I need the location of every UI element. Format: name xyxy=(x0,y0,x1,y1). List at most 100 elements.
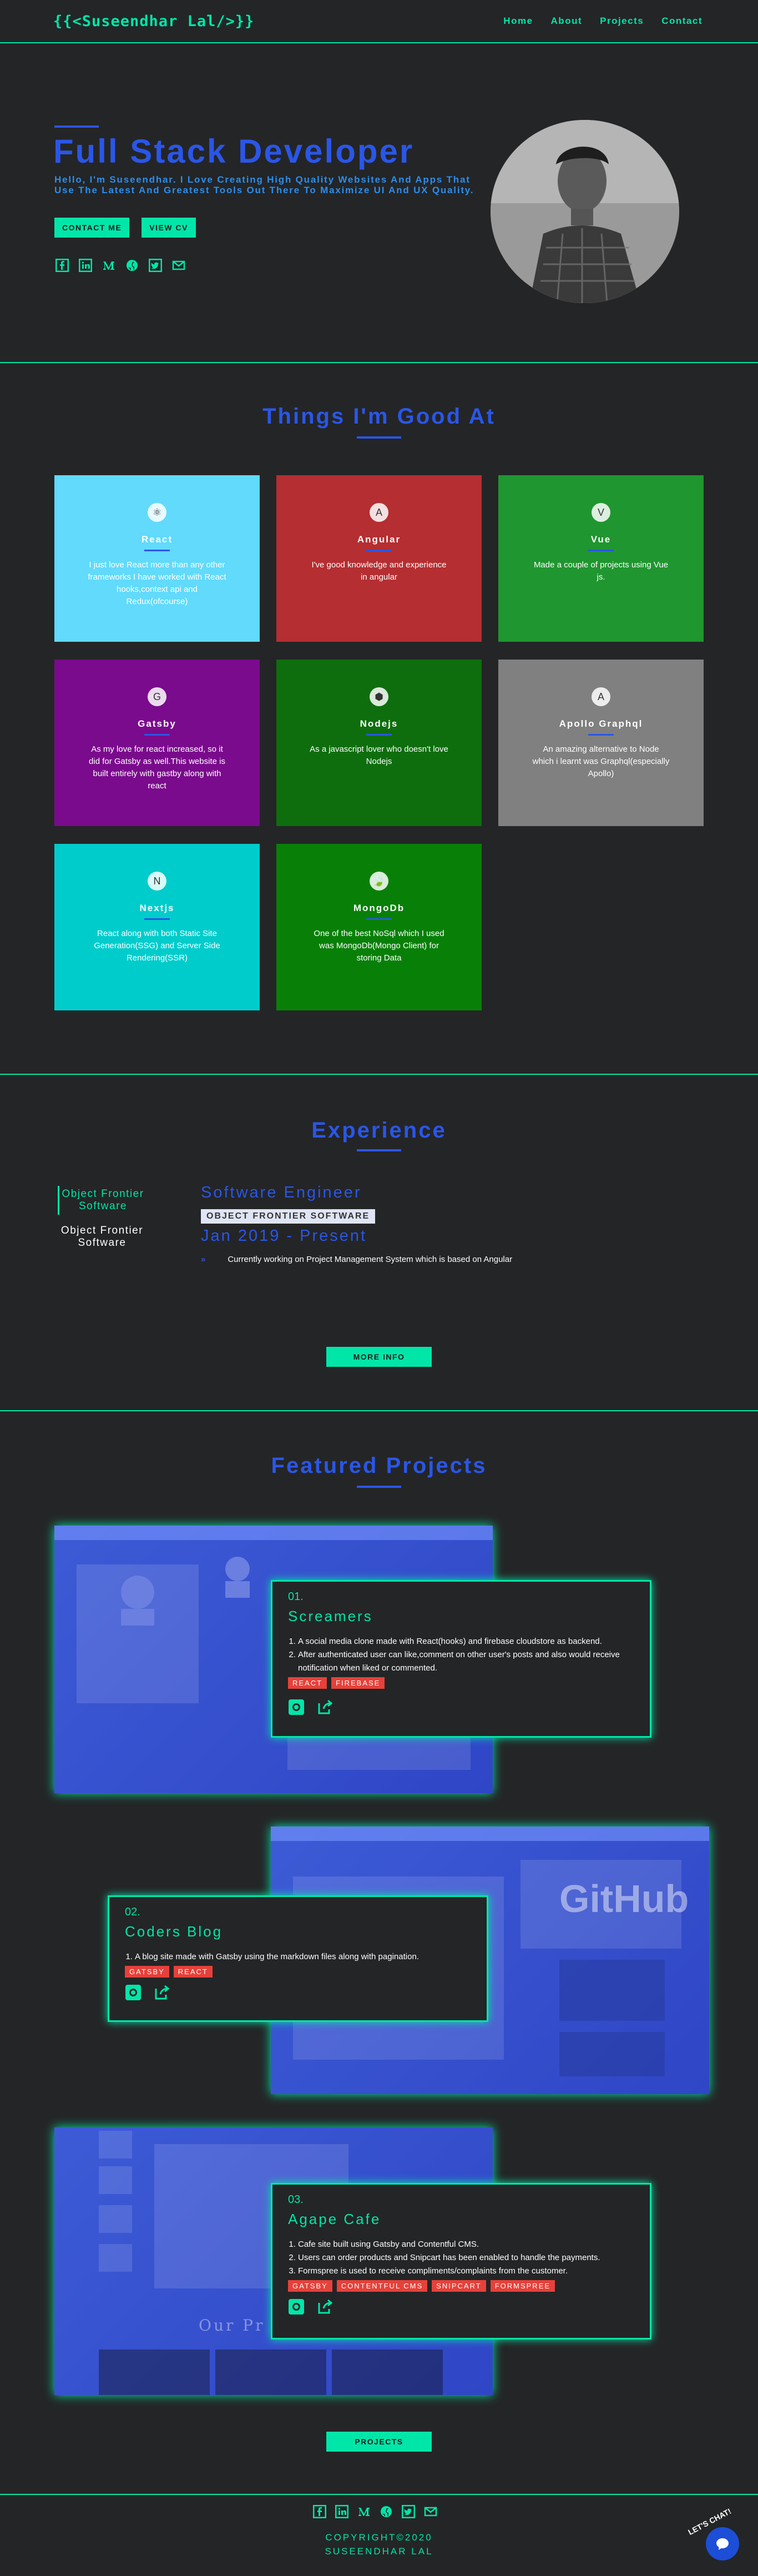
project-point: After authenticated user can like,commen… xyxy=(298,1648,634,1675)
shot-heading-text: Our Pr xyxy=(199,2316,265,2334)
nodejs-icon: ⬢ xyxy=(370,687,388,706)
tag: REACT xyxy=(173,1966,213,1978)
skill-card-nodejs: ⬢ Nodejs As a javascript lover who doesn… xyxy=(276,660,482,826)
footer-name: SUSEENDHAR LAL xyxy=(325,2546,433,2557)
gatsby-icon: G xyxy=(148,687,166,706)
project-point: A blog site made with Gatsby using the m… xyxy=(135,1950,471,1964)
project-name: Screamers xyxy=(288,1608,373,1624)
experience-section: Experience Object Frontier Software Obje… xyxy=(0,1075,758,1411)
skill-bar xyxy=(366,734,392,736)
view-cv-button[interactable]: VIEW CV xyxy=(142,218,196,238)
twitter-icon[interactable] xyxy=(148,258,163,273)
more-info-button[interactable]: MORE INFO xyxy=(326,1347,432,1367)
chat-button[interactable] xyxy=(706,2527,739,2560)
skill-name: Nodejs xyxy=(360,718,398,729)
skill-card-angular: A Angular I've good knowledge and experi… xyxy=(276,475,482,642)
github-icon[interactable] xyxy=(378,2504,394,2519)
github-logo-text: GitHub xyxy=(559,1877,689,1920)
skills-title-bar xyxy=(357,436,401,439)
external-link-icon[interactable] xyxy=(317,1699,333,1715)
contact-me-button[interactable]: CONTACT ME xyxy=(54,218,130,238)
skill-bar xyxy=(144,550,170,551)
copyright-text: COPYRIGHT©2020 xyxy=(325,2532,433,2543)
mongodb-icon: 🍃 xyxy=(370,872,388,890)
job-role: Software Engineer xyxy=(201,1184,362,1201)
project-description: A blog site made with Gatsby using the m… xyxy=(125,1950,471,1964)
chat-bubble-icon xyxy=(716,2538,729,2550)
footer: COPYRIGHT©2020 SUSEENDHAR LAL LET'S CHAT… xyxy=(0,2495,758,2576)
linkedin-icon[interactable] xyxy=(334,2504,350,2519)
project-name: Agape Cafe xyxy=(288,2211,381,2227)
skill-name: Angular xyxy=(357,534,401,545)
facebook-icon[interactable] xyxy=(54,258,70,273)
skill-bar xyxy=(144,918,170,920)
external-link-icon[interactable] xyxy=(317,2298,333,2315)
hero-accent-bar xyxy=(54,125,99,128)
project-card-screamers: 01. Screamers A social media clone made … xyxy=(271,1580,651,1738)
hero-buttons: CONTACT ME VIEW CV xyxy=(54,218,196,238)
hero-subtitle: Hello, I'm Suseendhar. I Love Creating H… xyxy=(54,174,474,195)
skills-title: Things I'm Good At xyxy=(262,404,496,429)
skill-desc: As my love for react increased, so it di… xyxy=(89,744,225,791)
twitter-icon[interactable] xyxy=(401,2504,416,2519)
skill-bar xyxy=(366,550,392,551)
github-icon[interactable] xyxy=(124,258,140,273)
github-icon[interactable] xyxy=(288,1699,305,1715)
skills-section: Things I'm Good At ⚛ React I just love R… xyxy=(0,364,758,1075)
skill-bar xyxy=(366,918,392,920)
nav-link-contact[interactable]: Contact xyxy=(661,16,703,27)
site-logo[interactable]: {{<Suseendhar Lal/>}} xyxy=(53,13,254,30)
footer-social-icons xyxy=(312,2504,438,2519)
nav-link-home[interactable]: Home xyxy=(503,16,533,27)
skill-card-apollo: A Apollo Graphql An amazing alternative … xyxy=(498,660,704,826)
tag: REACT xyxy=(288,1677,327,1689)
nav-link-about[interactable]: About xyxy=(551,16,583,27)
project-name: Coders Blog xyxy=(125,1923,223,1940)
skill-bar xyxy=(588,734,614,736)
tag: CONTENTFUL CMS xyxy=(336,2280,428,2292)
gmail-icon[interactable] xyxy=(171,258,186,273)
gmail-icon[interactable] xyxy=(423,2504,438,2519)
project-description: A social media clone made with React(hoo… xyxy=(288,1635,634,1675)
medium-icon[interactable] xyxy=(356,2504,372,2519)
github-icon[interactable] xyxy=(288,2298,305,2315)
angular-icon: A xyxy=(370,503,388,522)
project-tags: GATSBY CONTENTFUL CMS SNIPCART FORMSPREE xyxy=(288,2280,634,2292)
project-links xyxy=(288,1699,634,1715)
experience-title-bar xyxy=(357,1149,401,1151)
job-duty-text: Currently working on Project Management … xyxy=(228,1255,513,1264)
skill-desc: I just love React more than any other fr… xyxy=(88,560,226,606)
projects-button[interactable]: PROJECTS xyxy=(326,2432,432,2452)
medium-icon[interactable] xyxy=(101,258,117,273)
profile-photo xyxy=(491,120,679,303)
facebook-icon[interactable] xyxy=(312,2504,327,2519)
project-number: 03. xyxy=(288,2193,304,2206)
tag: GATSBY xyxy=(125,1966,169,1978)
skill-bar xyxy=(588,550,614,551)
github-icon[interactable] xyxy=(125,1984,142,2001)
skill-card-nextjs: N Nextjs React along with both Static Si… xyxy=(54,844,260,1010)
linkedin-icon[interactable] xyxy=(78,258,93,273)
skill-bar xyxy=(144,734,170,736)
experience-title: Experience xyxy=(311,1118,447,1143)
skill-name: Apollo Graphql xyxy=(559,718,643,729)
project-tags: GATSBY REACT xyxy=(125,1966,471,1978)
projects-title-bar xyxy=(357,1486,401,1488)
projects-title: Featured Projects xyxy=(271,1453,487,1478)
nav-link-projects[interactable]: Projects xyxy=(600,16,644,27)
navbar: {{<Suseendhar Lal/>}} Home About Project… xyxy=(0,0,758,43)
project-point: A social media clone made with React(hoo… xyxy=(298,1635,634,1648)
experience-tab-active[interactable]: Object Frontier Software xyxy=(58,1186,146,1215)
job-dates: Jan 2019 - Present xyxy=(201,1227,367,1245)
experience-tabs: Object Frontier Software Object Frontier… xyxy=(58,1186,146,1251)
copyright: COPYRIGHT©2020 SUSEENDHAR LAL xyxy=(0,2530,758,2558)
job-duty: » Currently working on Project Managemen… xyxy=(201,1255,512,1264)
projects-section: Featured Projects 01. Screamers A social… xyxy=(0,1411,758,2495)
external-link-icon[interactable] xyxy=(154,1984,170,2001)
hero-social-icons xyxy=(54,258,186,273)
tag: FIREBASE xyxy=(331,1677,385,1689)
project-point: Cafe site built using Gatsby and Content… xyxy=(298,2238,634,2251)
project-card-agape-cafe: 03. Agape Cafe Cafe site built using Gat… xyxy=(271,2183,651,2339)
experience-tab[interactable]: Object Frontier Software xyxy=(58,1222,146,1251)
nextjs-icon: N xyxy=(148,872,166,890)
